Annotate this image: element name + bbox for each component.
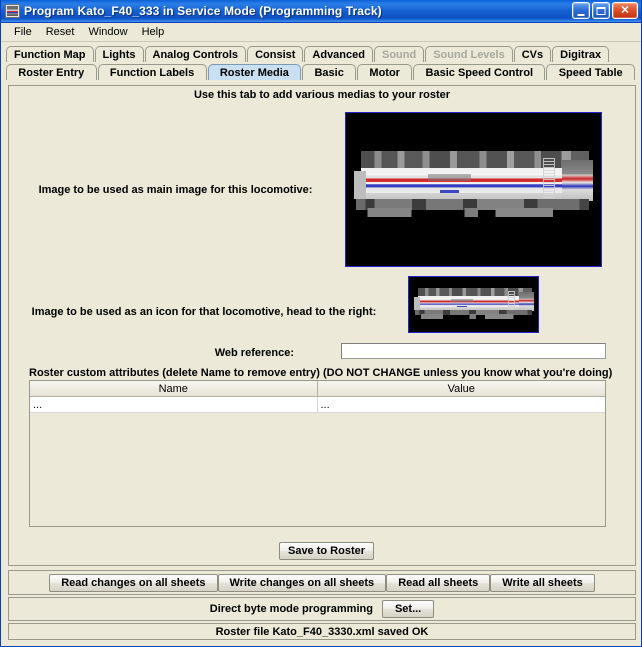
write-all-sheets-button[interactable]: Write all sheets	[490, 573, 595, 592]
tab-basic-speed-control[interactable]: Basic Speed Control	[413, 64, 546, 80]
tab-lights[interactable]: Lights	[94, 46, 144, 62]
locomotive-artwork	[353, 151, 594, 220]
locomotive-icon-image[interactable]	[408, 276, 539, 333]
window-controls: ✕	[572, 2, 638, 19]
roster-attributes-table[interactable]: Name Value ... ...	[29, 380, 606, 527]
locomotive-main-image[interactable]	[345, 112, 602, 267]
locomotive-icon	[5, 4, 20, 18]
tab-roster-entry[interactable]: Roster Entry	[6, 64, 97, 80]
close-icon[interactable]: ✕	[612, 2, 638, 19]
tab-advanced[interactable]: Advanced	[304, 46, 373, 62]
application-window: Program Kato_F40_333 in Service Mode (Pr…	[0, 0, 642, 647]
tab-row-2: Roster Entry Function Labels Roster Medi…	[6, 63, 636, 80]
tab-digitrax[interactable]: Digitrax	[552, 46, 610, 62]
programming-mode-bar: Direct byte mode programming Set...	[8, 597, 636, 621]
table-header-row: Name Value	[30, 381, 605, 397]
column-header-name[interactable]: Name	[30, 381, 318, 397]
tab-row-1: Function Map Lights Analog Controls Cons…	[6, 45, 636, 62]
menu-bar: File Reset Window Help	[1, 23, 641, 42]
sheet-actions-bar: Read changes on all sheets Write changes…	[8, 570, 636, 595]
tab-bar: Function Map Lights Analog Controls Cons…	[1, 42, 641, 80]
tab-sound-levels: Sound Levels	[425, 46, 513, 62]
tab-function-map[interactable]: Function Map	[6, 46, 94, 62]
tab-roster-media[interactable]: Roster Media	[207, 64, 302, 80]
status-bar: Roster file Kato_F40_3330.xml saved OK	[8, 623, 636, 640]
table-row[interactable]: ... ...	[30, 397, 605, 413]
tab-motor[interactable]: Motor	[357, 64, 413, 80]
tab-speed-table[interactable]: Speed Table	[546, 64, 635, 80]
set-mode-button[interactable]: Set...	[381, 600, 435, 618]
menu-item-window[interactable]: Window	[81, 25, 134, 40]
read-all-sheets-button[interactable]: Read all sheets	[386, 573, 491, 592]
minimize-icon[interactable]	[572, 2, 590, 19]
tab-basic[interactable]: Basic	[302, 64, 357, 80]
main-image-label: Image to be used as main image for this …	[38, 184, 313, 196]
tab-cvs[interactable]: CVs	[513, 46, 552, 62]
attributes-caption: Roster custom attributes (delete Name to…	[29, 367, 613, 379]
column-header-value[interactable]: Value	[317, 381, 605, 397]
roster-media-panel: Use this tab to add various medias to yo…	[8, 85, 636, 566]
web-reference-input[interactable]	[341, 343, 606, 359]
web-reference-label: Web reference:	[214, 347, 294, 359]
tab-consist[interactable]: Consist	[247, 46, 304, 62]
locomotive-icon-artwork	[414, 288, 535, 320]
title-bar: Program Kato_F40_333 in Service Mode (Pr…	[1, 0, 641, 23]
read-changes-all-sheets-button[interactable]: Read changes on all sheets	[49, 573, 218, 592]
cell-value[interactable]: ...	[317, 397, 605, 413]
tab-function-labels[interactable]: Function Labels	[97, 64, 207, 80]
icon-image-label: Image to be used as an icon for that loc…	[31, 306, 377, 318]
save-to-roster-button[interactable]: Save to Roster	[279, 542, 374, 560]
tab-analog-controls[interactable]: Analog Controls	[144, 46, 247, 62]
panel-hint: Use this tab to add various medias to yo…	[193, 89, 451, 101]
cell-name[interactable]: ...	[30, 397, 318, 413]
menu-item-file[interactable]: File	[7, 25, 39, 40]
menu-item-help[interactable]: Help	[135, 25, 172, 40]
tab-sound: Sound	[373, 46, 425, 62]
write-changes-all-sheets-button[interactable]: Write changes on all sheets	[217, 573, 387, 592]
window-title: Program Kato_F40_333 in Service Mode (Pr…	[24, 4, 382, 18]
menu-item-reset[interactable]: Reset	[39, 25, 82, 40]
table-empty-area	[30, 413, 605, 526]
maximize-icon[interactable]	[592, 2, 610, 19]
programming-mode-label: Direct byte mode programming	[209, 603, 373, 615]
